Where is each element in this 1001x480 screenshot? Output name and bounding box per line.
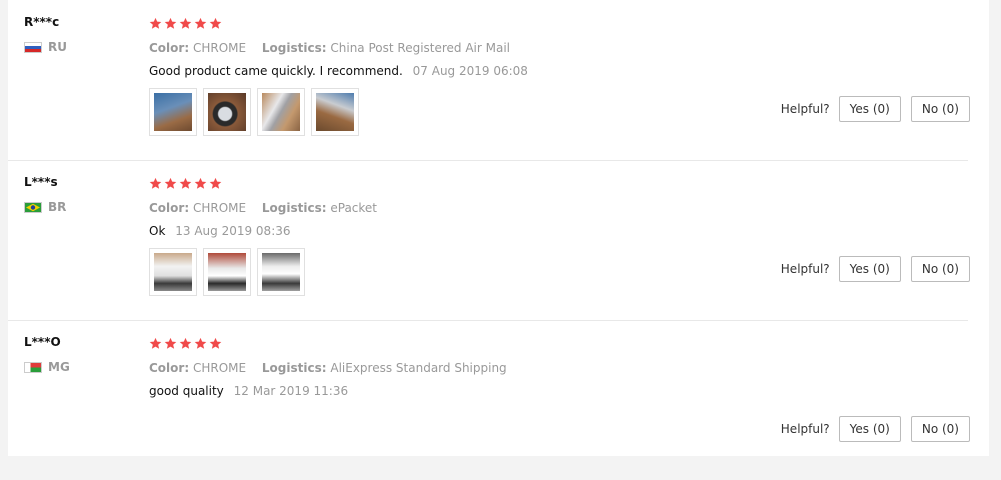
review-text-line: Good product came quickly. I recommend. … [149,63,959,79]
order-info: Color: CHROME Logistics: AliExpress Stan… [149,360,959,376]
star-icon [149,177,162,190]
order-info: Color: CHROME Logistics: ePacket [149,200,959,216]
star-icon [164,337,177,350]
star-icon [164,177,177,190]
order-info: Color: CHROME Logistics: China Post Regi… [149,40,959,56]
star-icon [179,337,192,350]
review-content: Color: CHROME Logistics: AliExpress Stan… [149,334,959,399]
helpful-no-button[interactable]: No (0) [910,256,970,282]
review-text: good quality [149,384,224,398]
helpful-vote: Helpful? Yes (0) No (0) [781,416,970,442]
star-icon [194,177,207,190]
helpful-no-button[interactable]: No (0) [910,416,970,442]
review-text-line: good quality 12 Mar 2019 11:36 [149,383,959,399]
reviewer-info: L***O MG [24,334,70,375]
helpful-yes-button[interactable]: Yes (0) [838,256,901,282]
review-date: 13 Aug 2019 08:36 [175,224,291,238]
helpful-no-button[interactable]: No (0) [910,96,970,122]
review-photo[interactable] [257,248,305,296]
helpful-label: Helpful? [780,262,830,276]
star-icon [149,337,162,350]
star-icon [194,17,207,30]
reviewer-country: BR [24,199,66,215]
helpful-label: Helpful? [780,102,830,116]
star-icon [194,337,207,350]
reviewer-info: L***s BR [24,174,66,215]
star-icon [179,17,192,30]
color-value: CHROME [192,41,247,55]
color-key: Color: [149,361,190,375]
review-date: 07 Aug 2019 06:08 [412,64,528,78]
country-code: RU [48,40,67,54]
star-icon [209,17,222,30]
review-photo[interactable] [149,88,197,136]
reviewer-name: R***c [24,15,60,29]
logistics-value: AliExpress Standard Shipping [330,361,507,375]
star-icon [149,17,162,30]
helpful-label: Helpful? [780,422,830,436]
star-icon [209,337,222,350]
logistics-value: China Post Registered Air Mail [330,41,511,55]
reviews-panel: R***c RU Color: CHROME Logistics: China … [8,0,989,456]
logistics-value: ePacket [330,201,378,215]
review-text: Good product came quickly. I recommend. [149,64,403,78]
review-text: Ok [149,224,166,238]
star-rating [149,334,959,352]
russia-flag-icon [24,41,42,53]
color-key: Color: [149,41,190,55]
star-rating [149,174,959,192]
country-code: BR [48,200,67,214]
helpful-yes-button[interactable]: Yes (0) [838,416,901,442]
review-photo[interactable] [203,248,251,296]
reviewer-info: R***c RU [24,14,67,55]
helpful-yes-button[interactable]: Yes (0) [838,96,901,122]
reviewer-name: L***O [24,335,61,349]
star-rating [149,14,959,32]
star-icon [209,177,222,190]
review-photo[interactable] [203,88,251,136]
review-photo[interactable] [149,248,197,296]
color-key: Color: [149,201,190,215]
review-item: L***O MG Color: CHROME Logistics: AliExp… [8,320,970,480]
star-icon [179,177,192,190]
reviewer-name: L***s [24,175,58,189]
logistics-key: Logistics: [261,361,327,375]
review-text-line: Ok 13 Aug 2019 08:36 [149,223,959,239]
logistics-key: Logistics: [261,41,327,55]
helpful-vote: Helpful? Yes (0) No (0) [781,256,970,282]
review-item: L***s BR Color: CHROME Logistics: ePacke… [8,160,970,321]
review-item: R***c RU Color: CHROME Logistics: China … [8,0,970,161]
reviewer-country: RU [24,39,67,55]
review-photo[interactable] [257,88,305,136]
review-photo[interactable] [311,88,359,136]
review-date: 12 Mar 2019 11:36 [233,384,349,398]
helpful-vote: Helpful? Yes (0) No (0) [781,96,970,122]
color-value: CHROME [192,201,247,215]
star-icon [164,17,177,30]
logistics-key: Logistics: [261,201,327,215]
brazil-flag-icon [24,201,42,213]
reviewer-country: MG [24,359,70,375]
country-code: MG [48,360,70,374]
color-value: CHROME [192,361,247,375]
madagascar-flag-icon [24,361,42,373]
